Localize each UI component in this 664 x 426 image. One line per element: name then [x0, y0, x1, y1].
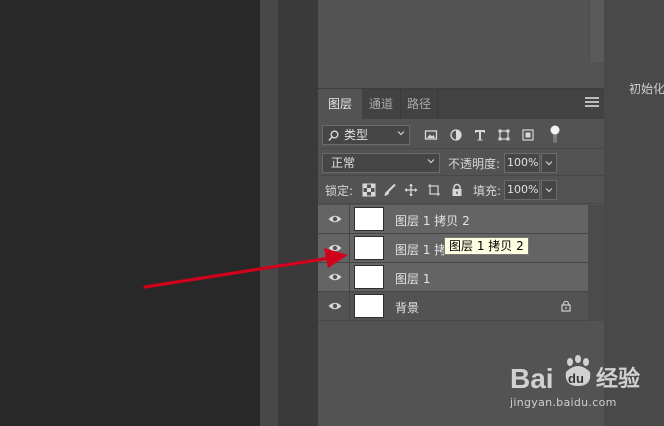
pixel-layer-filter-icon[interactable] [424, 128, 438, 142]
panel-gutter [278, 0, 318, 426]
shape-layer-filter-icon[interactable] [497, 128, 511, 142]
layers-panel-tabs: 图层 通道 路径 [318, 89, 604, 119]
divider [349, 234, 350, 263]
chevron-down-icon [545, 188, 553, 193]
filter-kind-dropdown[interactable]: 类型 [322, 125, 410, 145]
fill-dropdown-button[interactable] [541, 180, 557, 200]
adjustment-layer-filter-icon[interactable] [449, 128, 463, 142]
blend-mode-dropdown[interactable]: 正常 [322, 153, 440, 173]
divider [349, 205, 350, 234]
layer-name[interactable]: 图层 1 [395, 270, 430, 287]
upper-panel-scrollbar[interactable] [589, 0, 604, 62]
lock-transparent-pixels-icon[interactable] [362, 183, 376, 197]
divider [318, 148, 604, 149]
layer-thumbnail[interactable] [354, 265, 384, 289]
layers-list-scrollbar[interactable] [588, 205, 604, 321]
layer-thumbnail[interactable] [354, 207, 384, 231]
type-layer-filter-icon[interactable] [473, 128, 487, 142]
fill-input[interactable]: 100% [504, 180, 540, 200]
svg-text:经验: 经验 [596, 366, 640, 392]
eye-icon[interactable] [328, 214, 342, 224]
watermark-url: jingyan.baidu.com [510, 396, 617, 409]
opacity-dropdown-button[interactable] [541, 153, 557, 173]
layers-list: 图层 1 拷贝 2 图层 1 拷 图层 1 背景 [318, 205, 588, 321]
eye-icon[interactable] [328, 272, 342, 282]
opacity-input[interactable]: 100% [504, 153, 540, 173]
filter-toggle-switch[interactable] [550, 124, 560, 144]
blend-mode-value: 正常 [331, 156, 356, 170]
lock-position-icon[interactable] [404, 183, 418, 197]
layer-row[interactable]: 背景 [318, 292, 588, 321]
chevron-down-icon [397, 131, 405, 136]
layer-name-tooltip: 图层 1 拷贝 2 [444, 237, 529, 255]
document-canvas-area [0, 0, 260, 426]
eye-icon[interactable] [328, 243, 342, 253]
svg-text:du: du [568, 371, 584, 386]
layer-row[interactable]: 图层 1 [318, 263, 588, 292]
reset-label[interactable]: 初始化 [629, 80, 664, 97]
divider [318, 175, 604, 176]
layer-name[interactable]: 图层 1 拷 [395, 241, 446, 258]
divider [349, 263, 350, 292]
layer-name[interactable]: 图层 1 拷贝 2 [395, 212, 470, 229]
divider [349, 292, 350, 321]
tab-paths[interactable]: 路径 [401, 89, 438, 119]
smart-object-filter-icon[interactable] [521, 128, 535, 142]
canvas-scroll-strip [260, 0, 278, 426]
lock-icon[interactable] [560, 300, 572, 312]
layer-name[interactable]: 背景 [395, 299, 419, 316]
upper-panel [318, 0, 604, 89]
lock-label: 锁定: [325, 184, 354, 198]
eye-icon[interactable] [328, 301, 342, 311]
lock-image-pixels-icon[interactable] [383, 183, 397, 197]
opacity-label: 不透明度: [448, 157, 501, 171]
layer-thumbnail[interactable] [354, 294, 384, 318]
tab-channels[interactable]: 通道 [362, 89, 401, 119]
lock-artboard-icon[interactable] [427, 183, 441, 197]
filter-kind-label: 类型 [344, 128, 369, 142]
layer-thumbnail[interactable] [354, 236, 384, 260]
svg-text:Bai: Bai [510, 363, 554, 394]
chevron-down-icon [427, 159, 435, 164]
chevron-down-icon [545, 161, 553, 166]
fill-label: 填充: [473, 184, 502, 198]
divider [318, 203, 604, 204]
search-icon [328, 130, 339, 141]
tab-layers[interactable]: 图层 [318, 89, 362, 119]
layer-row[interactable]: 图层 1 拷贝 2 [318, 205, 588, 234]
panel-menu-icon[interactable] [585, 97, 599, 109]
lock-all-icon[interactable] [450, 183, 464, 197]
